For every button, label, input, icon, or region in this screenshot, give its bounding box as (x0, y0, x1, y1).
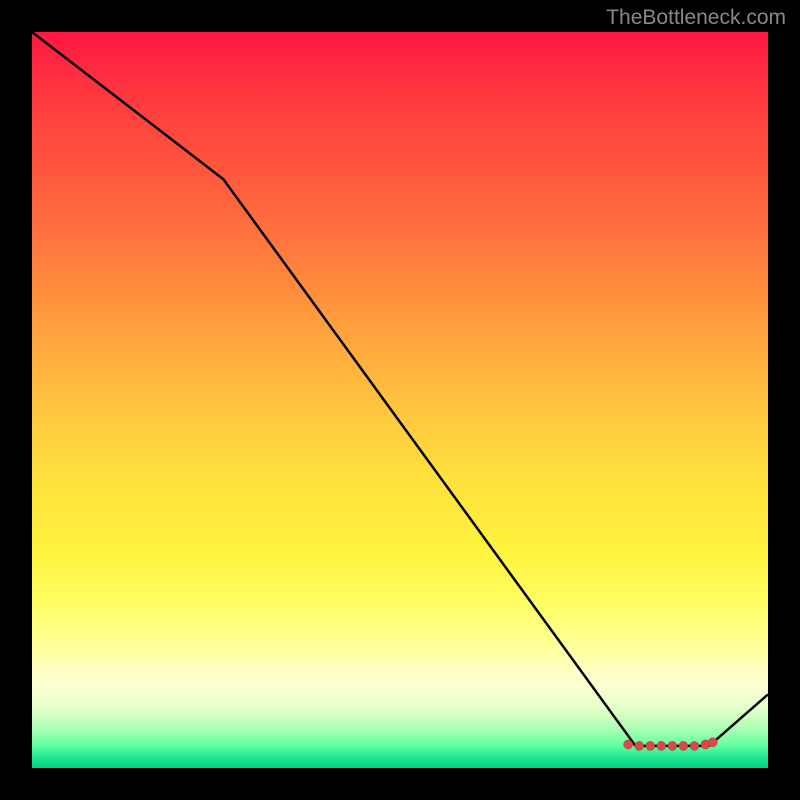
chart-marker (657, 741, 666, 750)
chart-marker (679, 741, 688, 750)
chart-marker (646, 741, 655, 750)
chart-line-svg (32, 32, 768, 768)
chart-marker (635, 741, 644, 750)
chart-plot-area (32, 32, 768, 768)
chart-curve (32, 32, 768, 746)
chart-marker (708, 738, 717, 747)
chart-marker (624, 740, 633, 749)
chart-marker (668, 741, 677, 750)
watermark-text: TheBottleneck.com (606, 6, 786, 30)
chart-marker (690, 741, 699, 750)
